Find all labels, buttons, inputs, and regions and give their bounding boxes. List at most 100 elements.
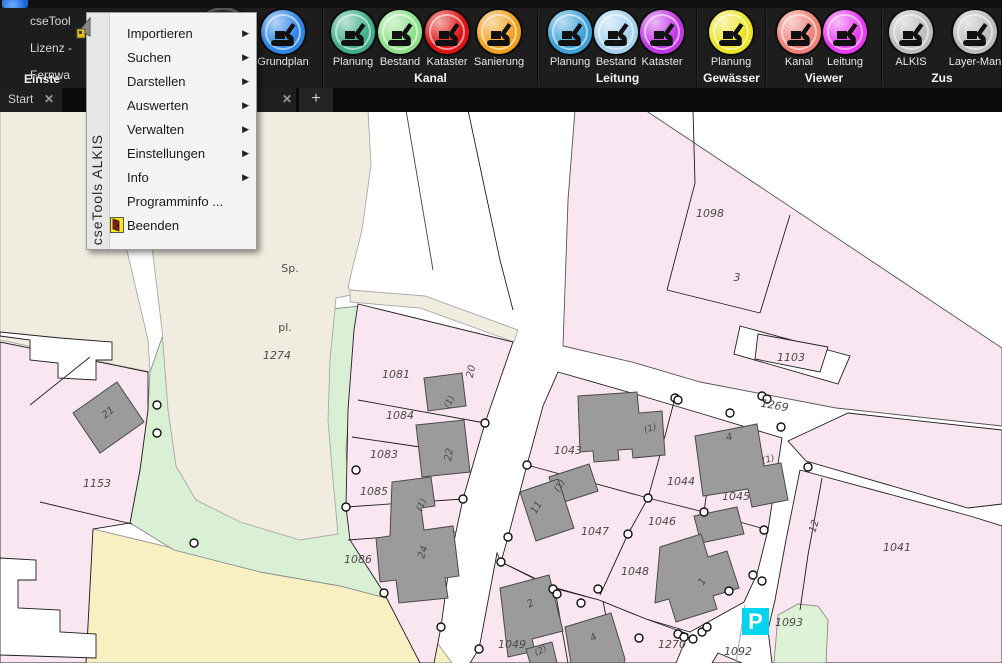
menu-item-importieren[interactable]: Importieren ▶	[109, 22, 255, 46]
ribbon-group-title: Viewer	[804, 71, 844, 85]
survey-node-icon	[725, 408, 735, 418]
ribbon-icon-label: Kataster	[641, 56, 683, 68]
map-label-1093: 1093	[775, 616, 803, 629]
map-label-1048: 1048	[621, 565, 649, 578]
menu-item-label: Suchen	[127, 50, 172, 65]
menu-item-verwalten[interactable]: Verwalten ▶	[109, 118, 255, 142]
survey-node-icon	[724, 586, 734, 596]
close-icon[interactable]: ✕	[282, 92, 292, 106]
ribbon-icon-viewer-leitung[interactable]: Leitung	[813, 10, 877, 68]
survey-node-icon	[688, 634, 698, 644]
ribbon-icon-label: Leitung	[826, 56, 864, 68]
application-window: { "ribbon": { "left_buttons": [ {"label"…	[0, 0, 1002, 663]
new-tab-button[interactable]: +	[299, 88, 333, 112]
ribbon-icon-leitung-kataster[interactable]: Kataster	[630, 10, 694, 68]
map-label-1153: 1153	[83, 477, 111, 490]
survey-node-icon	[699, 507, 709, 517]
ribbon-icon-kt-grundplan[interactable]: Grundplan	[251, 10, 315, 68]
excavator-icon	[425, 10, 469, 54]
survey-node-icon	[503, 532, 513, 542]
map-label-1049: 1049	[498, 638, 526, 651]
survey-node-icon	[623, 529, 633, 539]
building-22	[415, 419, 471, 478]
survey-node-icon	[643, 493, 653, 503]
menu-item-label: Verwalten	[127, 122, 185, 137]
ribbon-group-leitung: Planung Bestand Kataster Leitung	[538, 8, 697, 88]
map-tab-label: Start	[8, 92, 34, 106]
survey-node-icon	[634, 633, 644, 643]
survey-node-icon	[757, 576, 767, 586]
survey-node-icon	[522, 460, 532, 470]
excavator-icon	[709, 10, 753, 54]
menu-item-darstellen[interactable]: Darstellen ▶	[109, 70, 255, 94]
map-label-22: 22	[443, 447, 456, 461]
close-icon[interactable]: ✕	[44, 92, 54, 106]
excavator-icon	[889, 10, 933, 54]
menu-item-einstellungen[interactable]: Einstellungen ▶	[109, 142, 255, 166]
survey-node-icon	[759, 525, 769, 535]
menu-item-programminfo-[interactable]: Programminfo ...	[109, 190, 255, 214]
menu-item-info[interactable]: Info ▶	[109, 166, 255, 190]
excavator-icon	[477, 10, 521, 54]
menu-item-auswerten[interactable]: Auswerten ▶	[109, 94, 255, 118]
menu-item-label: Darstellen	[127, 74, 186, 89]
map-label-1081: 1081	[382, 368, 410, 381]
survey-node-icon	[496, 557, 506, 567]
ribbon-group-kanal: Planung Bestand Kataster Sanierung Kanal	[323, 8, 538, 88]
ribbon-group-title: Zus	[931, 71, 953, 85]
ribbon-group-title: Kanal	[414, 71, 447, 85]
ribbon-icon-label: Sanierung	[473, 56, 525, 68]
map-label-1085: 1085	[360, 485, 388, 498]
ribbon-button-csetool[interactable]: cseTool	[30, 14, 71, 28]
survey-node-icon	[552, 589, 562, 599]
submenu-arrow-icon: ▶	[242, 76, 249, 86]
app-icon[interactable]	[2, 0, 28, 8]
exit-door-icon	[110, 217, 124, 233]
ribbon-icon-zus-layer-man[interactable]: Layer-Man	[943, 10, 1002, 68]
menu-item-label: Beenden	[127, 218, 180, 233]
map-label-1044: 1044	[667, 475, 695, 488]
survey-node-icon	[189, 538, 199, 548]
ribbon-icon-zus-alkis[interactable]: ALKIS	[879, 10, 943, 68]
submenu-arrow-icon: ▶	[242, 28, 249, 38]
menu-item-suchen[interactable]: Suchen ▶	[109, 46, 255, 70]
survey-node-icon	[803, 462, 813, 472]
map-label-1083: 1083	[370, 448, 398, 461]
menu-vertical-title: cseTools ALKIS	[89, 133, 105, 245]
menu-item-label: Importieren	[127, 26, 193, 41]
map-label-1103: 1103	[777, 351, 805, 364]
map-label-1046: 1046	[648, 515, 676, 528]
excavator-icon	[953, 10, 997, 54]
ribbon-icon-gew-sser-planung[interactable]: Planung	[699, 10, 763, 68]
menu-item-beenden[interactable]: Beenden	[109, 214, 255, 238]
ribbon-icon-kanal-sanierung[interactable]: Sanierung	[467, 10, 531, 68]
submenu-arrow-icon: ▶	[242, 100, 249, 110]
map-label-1098: 1098	[696, 207, 724, 220]
menu-item-label: Auswerten	[127, 98, 189, 113]
ribbon-group-title: Leitung	[595, 71, 640, 85]
excavator-icon	[261, 10, 305, 54]
survey-node-icon	[576, 598, 586, 608]
survey-node-icon	[593, 584, 603, 594]
window-title-strip	[0, 0, 1002, 8]
map-label-3: 3	[734, 271, 741, 284]
survey-node-icon	[776, 422, 786, 432]
map-label-1041: 1041	[883, 541, 911, 554]
survey-node-icon	[351, 465, 361, 475]
survey-node-icon	[458, 494, 468, 504]
map-label-1043: 1043	[554, 444, 582, 457]
map-label-1045: 1045	[722, 490, 750, 503]
submenu-arrow-icon: ▶	[242, 124, 249, 134]
survey-node-icon	[474, 644, 484, 654]
excavator-icon	[640, 10, 684, 54]
svg-text:P: P	[748, 609, 763, 634]
map-label-pl-: pl.	[278, 321, 292, 334]
ribbon-button-lizenz-[interactable]: Lizenz -	[30, 41, 72, 55]
excavator-icon	[823, 10, 867, 54]
menu-item-label: Einstellungen	[127, 146, 206, 161]
survey-node-icon	[480, 418, 490, 428]
survey-node-icon	[436, 622, 446, 632]
ribbon-icon-label: Layer-Man	[948, 56, 1002, 68]
map-tab-start[interactable]: Start ✕	[0, 88, 62, 112]
menu-pin-icon[interactable]	[74, 16, 96, 42]
